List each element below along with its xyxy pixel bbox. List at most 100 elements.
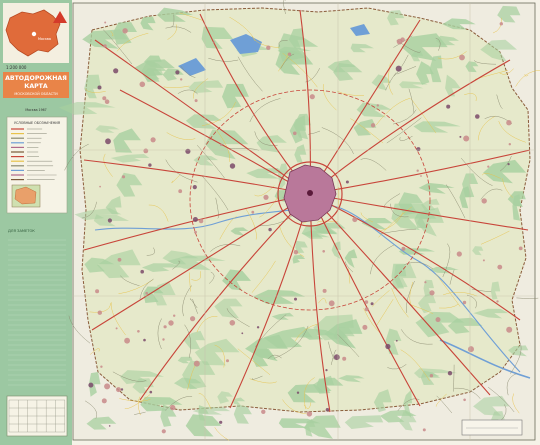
settlement-dot	[446, 104, 451, 109]
settlement-dot	[192, 185, 197, 190]
settlement-dot	[213, 41, 216, 44]
settlement-dot	[219, 143, 223, 146]
settlement-dot	[226, 359, 229, 363]
title-subtitle: МОСКОВСКОЙ ОБЛАСТИ	[14, 91, 58, 96]
settlement-dot	[170, 404, 176, 411]
map-canvas: Москва 1:200 000 АВТОДОРОЖНАЯ КАРТА МОСК…	[0, 0, 540, 445]
settlement-dot	[309, 94, 315, 100]
settlement-dot	[362, 324, 368, 330]
settlement-dot	[194, 230, 197, 234]
settlement-dot	[140, 269, 144, 274]
settlement-dot	[463, 398, 466, 402]
settlement-dot	[342, 356, 347, 361]
settlement-dot	[175, 70, 180, 75]
settlement-dot	[306, 411, 313, 417]
settlement-dot	[99, 185, 101, 188]
settlement-dot	[88, 382, 94, 388]
settlement-dot	[370, 123, 376, 128]
settlement-dot	[268, 227, 272, 232]
settlement-dot	[192, 217, 198, 222]
settlement-dot	[173, 314, 176, 317]
settlement-dot	[416, 169, 419, 172]
settlement-dot	[395, 339, 398, 342]
settlement-dot	[95, 289, 100, 294]
settlement-dot	[163, 325, 167, 329]
moscow-city	[277, 161, 343, 227]
settlement-dot	[422, 428, 426, 432]
settlement-dot	[325, 369, 328, 372]
settlement-dot	[108, 425, 111, 427]
settlement-dot	[122, 28, 128, 34]
settlement-dot	[518, 246, 523, 251]
settlement-dot	[180, 78, 183, 81]
legend-heading: УСЛОВНЫЕ ОБОЗНАЧЕНИЯ	[14, 121, 60, 125]
settlement-dot	[161, 429, 166, 434]
settlement-dot	[462, 300, 467, 305]
settlement-dot	[322, 250, 326, 253]
settlement-dot	[261, 409, 266, 414]
settlement-dot	[506, 326, 513, 333]
settlement-dot	[345, 180, 349, 184]
settlement-dot	[102, 96, 107, 101]
settlement-dot	[507, 163, 510, 166]
settlement-dot	[121, 175, 126, 179]
settlement-dot	[497, 264, 503, 270]
settlement-dot	[333, 354, 340, 361]
moscow-dot-inset	[31, 31, 37, 37]
settlement-dot	[487, 165, 490, 168]
publisher-label: Москва 1967	[25, 108, 46, 112]
settlement-dot	[364, 307, 369, 312]
settlement-dot	[420, 175, 422, 177]
title-line-1: АВТОДОРОЖНАЯ	[5, 75, 67, 82]
settlement-dot	[104, 99, 110, 104]
settlement-dot	[143, 148, 149, 154]
settlement-dot	[256, 326, 260, 329]
settlement-dot	[149, 390, 153, 394]
settlement-dot	[178, 189, 183, 194]
settlement-dot	[219, 420, 223, 424]
settlement-dot	[198, 218, 204, 224]
settlement-dot	[251, 210, 255, 214]
settlement-dot	[107, 218, 112, 223]
settlement-dot	[115, 327, 118, 330]
title-line-2: КАРТА	[24, 83, 48, 90]
settlement-dot	[104, 383, 111, 390]
settlement-dot	[194, 99, 198, 103]
settlement-dot	[506, 120, 512, 126]
settlement-dot	[481, 198, 487, 204]
settlement-dot	[385, 343, 391, 350]
settlement-dot	[296, 391, 300, 394]
settlement-dot	[229, 163, 236, 169]
settlement-dot	[328, 300, 335, 307]
city-inset-label: Москва	[38, 37, 51, 41]
settlement-dot	[456, 251, 462, 257]
settlement-dot	[229, 320, 236, 326]
settlement-dot	[124, 337, 130, 344]
settlement-dot	[139, 81, 146, 88]
settlement-dot	[168, 320, 174, 326]
settlement-dot	[400, 37, 405, 42]
settlement-dot	[447, 371, 453, 376]
settlement-dot	[435, 317, 441, 323]
settlement-dot	[190, 316, 196, 322]
settlement-dot	[97, 85, 102, 90]
settlement-dot	[293, 131, 297, 136]
settlement-dot	[241, 332, 244, 335]
settlement-dot	[496, 300, 499, 303]
settlement-dot	[162, 338, 165, 341]
settlement-dot	[293, 250, 299, 255]
settlement-dot	[401, 246, 406, 251]
settlement-dot	[429, 290, 435, 296]
moscow-center-icon	[307, 190, 313, 196]
settlement-dot	[482, 259, 485, 262]
settlement-dot	[137, 330, 140, 333]
settlement-dot	[376, 104, 379, 107]
settlement-dot	[468, 346, 474, 353]
settlement-dot	[193, 360, 200, 367]
settlement-dot	[105, 138, 111, 145]
settlement-dot	[266, 45, 271, 50]
notes-label: ДЛЯ ЗАМЕТОК	[8, 229, 35, 233]
settlement-dot	[287, 52, 292, 56]
settlement-dot	[150, 137, 156, 143]
settlement-dot	[113, 68, 119, 74]
